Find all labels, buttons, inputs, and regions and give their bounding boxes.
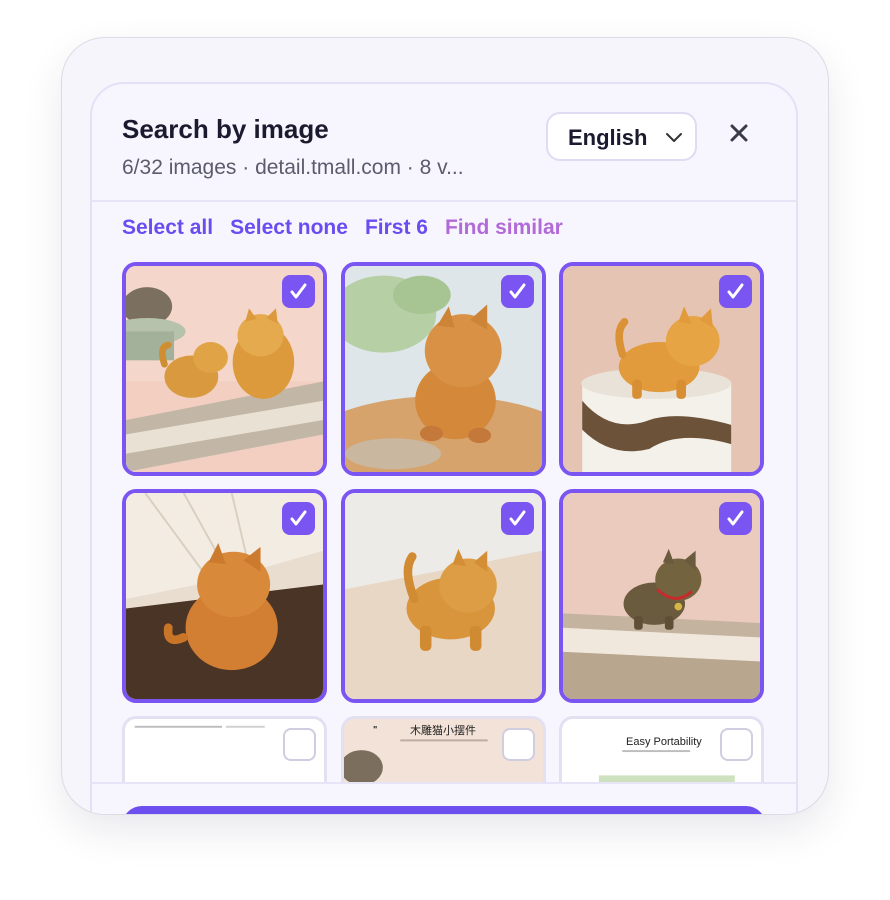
popup-frame: Search by image 6/32 images · detail.tma…: [61, 37, 829, 815]
tile-checkbox[interactable]: [719, 275, 752, 308]
first-six-link[interactable]: First 6: [365, 216, 428, 240]
language-select[interactable]: English: [546, 112, 697, 161]
image-tile[interactable]: [559, 489, 764, 703]
select-all-link[interactable]: Select all: [122, 216, 213, 240]
tile-checkbox[interactable]: [501, 275, 534, 308]
image-grid: " 木雕猫小摆件 Easy Portability: [122, 262, 782, 782]
tile-checkbox[interactable]: [282, 275, 315, 308]
image-tile[interactable]: [122, 489, 327, 703]
close-icon[interactable]: [728, 122, 750, 144]
tile-checkbox[interactable]: [502, 728, 535, 761]
check-icon: [509, 283, 526, 299]
check-icon: [290, 510, 307, 526]
tile-checkbox[interactable]: [283, 728, 316, 761]
image-tile[interactable]: [559, 262, 764, 476]
search-panel: Search by image 6/32 images · detail.tma…: [90, 82, 798, 814]
tile-checkbox[interactable]: [720, 728, 753, 761]
select-none-link[interactable]: Select none: [230, 216, 348, 240]
tile-checkbox[interactable]: [501, 502, 534, 535]
tile-caption: Easy Portability: [626, 736, 702, 748]
check-icon: [290, 283, 307, 299]
image-tile[interactable]: [341, 262, 546, 476]
language-select-value: English: [568, 125, 648, 150]
chevron-down-icon: [666, 133, 682, 142]
panel-header: Search by image 6/32 images · detail.tma…: [92, 84, 796, 202]
image-tile[interactable]: [122, 716, 327, 782]
image-tile[interactable]: " 木雕猫小摆件: [341, 716, 546, 782]
check-icon: [727, 283, 744, 299]
image-tile[interactable]: Easy Portability: [559, 716, 764, 782]
tile-checkbox[interactable]: [282, 502, 315, 535]
find-similar-link[interactable]: Find similar: [445, 216, 563, 240]
panel-subtitle: 6/32 images · detail.tmall.com · 8 v...: [122, 156, 464, 179]
image-tile[interactable]: [341, 489, 546, 703]
image-tile[interactable]: [122, 262, 327, 476]
tile-checkbox[interactable]: [719, 502, 752, 535]
check-icon: [727, 510, 744, 526]
svg-text:木雕猫小摆件: 木雕猫小摆件: [410, 723, 476, 737]
selection-actions: Select all Select none First 6 Find simi…: [122, 216, 563, 240]
panel-title: Search by image: [122, 114, 329, 144]
check-icon: [509, 510, 526, 526]
panel-footer: [92, 782, 796, 814]
search-button[interactable]: [122, 806, 766, 814]
